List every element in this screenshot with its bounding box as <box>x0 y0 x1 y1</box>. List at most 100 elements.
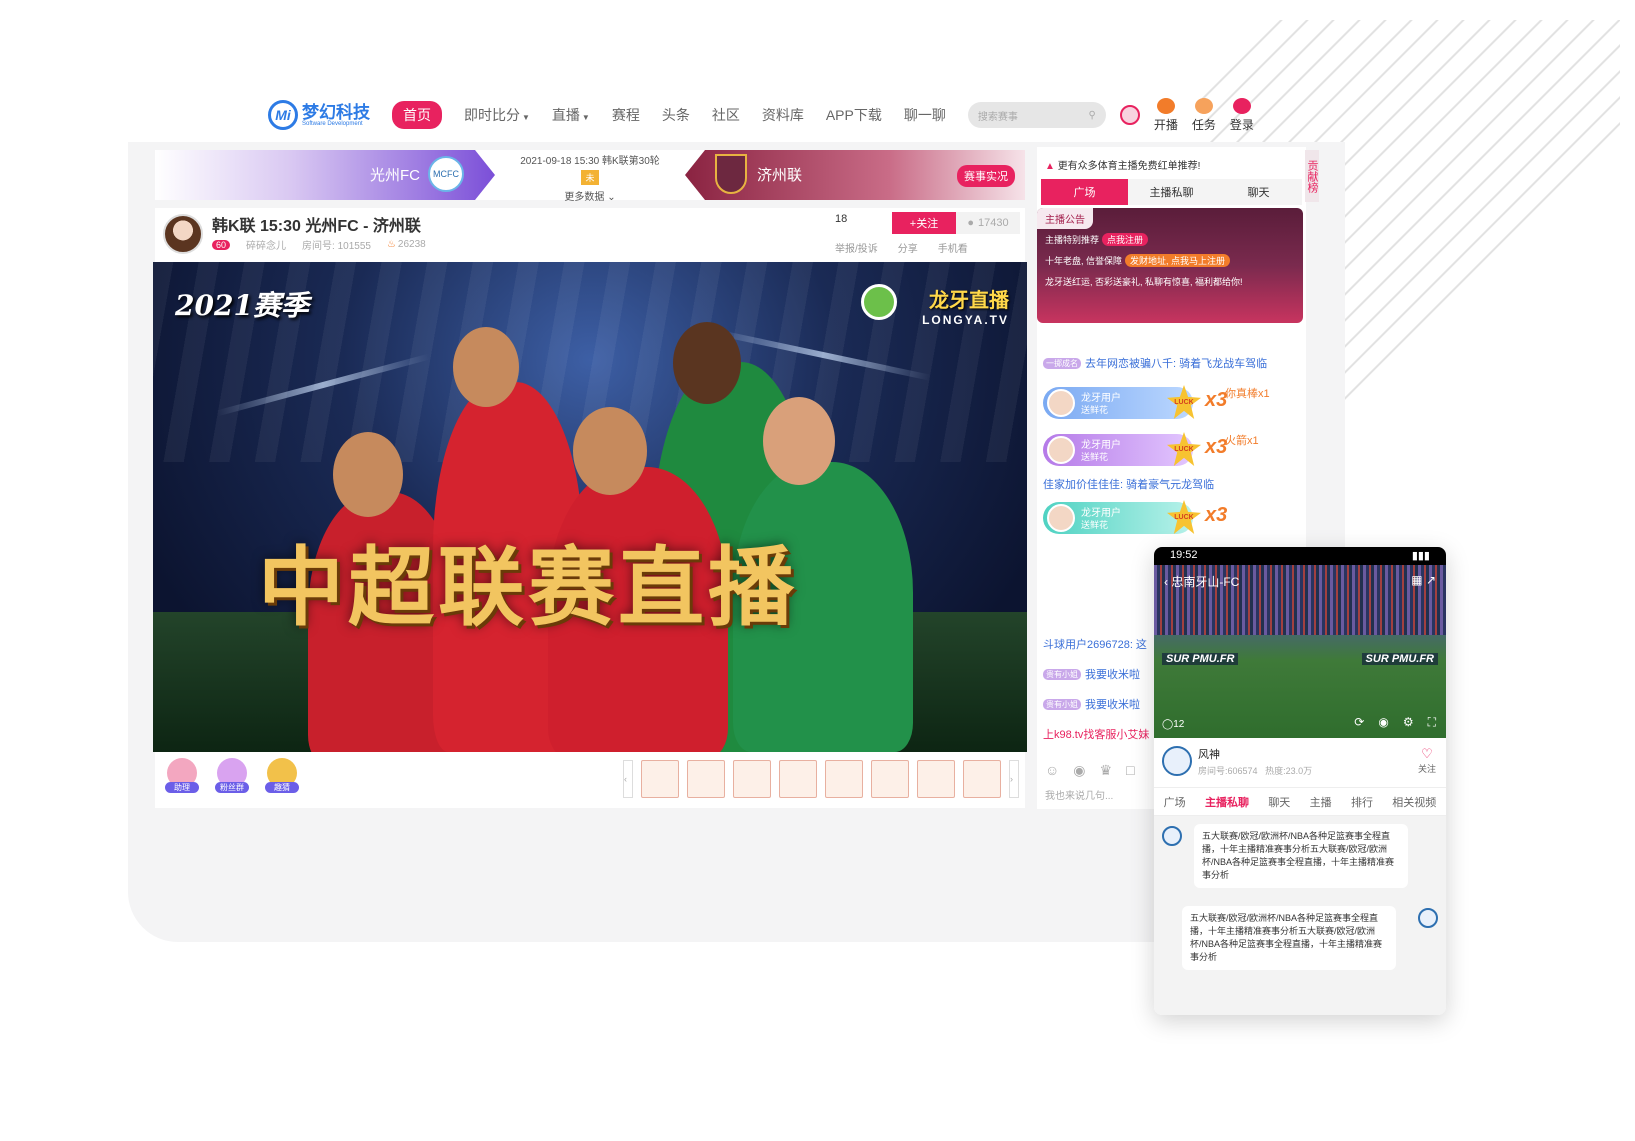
crown-icon[interactable]: ♛ <box>1100 762 1113 779</box>
phone-video-title: ‹ 忠南牙山-FC <box>1164 575 1240 589</box>
match-bar: 光州FC MCFC 2021-09-18 15:30 韩K联第30轮 未 更多数… <box>155 150 1025 203</box>
heart-icon: ♡ <box>1421 746 1433 761</box>
caret-down-icon: ▼ <box>522 113 530 122</box>
nav-item[interactable]: 头条 <box>662 105 690 125</box>
mobile-watch-link[interactable]: 手机看 <box>938 240 968 255</box>
settings-icon[interactable]: ⚙ <box>1403 715 1414 730</box>
logo-mark: Mi <box>268 100 298 130</box>
sidebar-tab[interactable]: 聊天 <box>1215 179 1302 205</box>
gift-multiplier: x3 <box>1205 389 1228 411</box>
nav-item[interactable]: 社区 <box>712 105 740 125</box>
nav-item[interactable]: 聊一聊 <box>904 105 946 125</box>
nav-item[interactable]: APP下载 <box>826 105 882 125</box>
phone-tab[interactable]: 相关视频 <box>1392 794 1436 810</box>
chevron-left-icon[interactable]: ‹ <box>623 760 633 798</box>
phone-tab[interactable]: 主播 <box>1310 794 1332 810</box>
match-report-button[interactable]: 赛事实况 <box>957 165 1015 187</box>
player-head <box>333 432 403 517</box>
phone-tab[interactable]: 排行 <box>1351 794 1373 810</box>
logo-tagline: Software Development <box>302 120 363 127</box>
fullscreen-icon[interactable]: ⛶ <box>1428 715 1436 730</box>
gift-item[interactable] <box>733 760 771 798</box>
caret-down-icon: ▼ <box>581 113 590 122</box>
away-team-crest-icon <box>715 154 747 194</box>
signal-icon: ▮▮▮ <box>1411 550 1430 562</box>
search-input[interactable]: 搜索赛事 ⚲ <box>967 102 1106 128</box>
home-team-panel[interactable]: 光州FC MCFC <box>155 150 495 200</box>
tool-button[interactable]: 粉丝群 <box>215 758 249 798</box>
pitch-ad: SUR PMU.FR <box>1361 653 1438 665</box>
tool-button[interactable]: 助理 <box>165 758 199 798</box>
gift-message: 龙牙用户 送鲜花 LUCK x3 你真棒x1 <box>1037 381 1303 425</box>
dragon-logo-icon <box>861 284 897 320</box>
anchor-avatar[interactable] <box>163 214 203 254</box>
avatar <box>1047 504 1075 532</box>
gift-item[interactable] <box>641 760 679 798</box>
follow-button[interactable]: +关注 <box>892 212 956 234</box>
phone-video[interactable]: ‹ 忠南牙山-FC ▦ ↗ SUR PMU.FR SUR PMU.FR ◯12 … <box>1154 565 1446 738</box>
viewer-count: 18 <box>835 213 848 225</box>
gift-item[interactable] <box>825 760 863 798</box>
search-icon[interactable]: ⚲ <box>1089 110 1096 121</box>
game-icon[interactable] <box>1119 105 1140 125</box>
nav-item[interactable]: 资料库 <box>762 105 804 125</box>
contribution-rank-tab[interactable]: 贡献榜 <box>1305 150 1319 202</box>
pitch-ad: SUR PMU.FR <box>1162 653 1239 665</box>
chat-message: 一掷成名 去年网恋被骗八千: 骑着飞龙战车驾临 <box>1037 348 1303 378</box>
nav-item[interactable]: 直播 ▼ <box>552 105 590 125</box>
gift-item[interactable] <box>779 760 817 798</box>
emoji-icon[interactable]: ☺ <box>1045 762 1059 779</box>
sidebar-tab[interactable]: 主播私聊 <box>1128 179 1215 205</box>
more-data-link[interactable]: 更多数据 ⌄ <box>505 188 675 203</box>
video-player[interactable]: 2021赛季 龙牙直播 LONGYA.TV 中超联赛直播 <box>153 262 1027 752</box>
anchor-name: 风神 <box>1198 749 1220 761</box>
nav-item[interactable]: 赛程 <box>612 105 640 125</box>
cast-icon[interactable]: ▦ ↗ <box>1411 573 1436 587</box>
home-team-badge-icon: MCFC <box>428 156 464 192</box>
nav-item[interactable]: 首页 <box>392 101 442 129</box>
match-status: 未 <box>581 170 599 185</box>
nav-task-button[interactable]: 任务 <box>1192 97 1216 133</box>
gift-item[interactable] <box>917 760 955 798</box>
nav-user-button[interactable]: 登录 <box>1230 97 1254 133</box>
away-team-panel[interactable]: 济州联 赛事实况 <box>685 150 1025 200</box>
announcement-line: 龙牙送红运, 否彩送豪礼, 私聊有惊喜, 福利都给你! <box>1045 277 1243 287</box>
report-link[interactable]: 举报/投诉 <box>835 240 878 255</box>
anchor-announcement: 主播公告 主播特别推荐 点我注册 十年老盘, 信誉保障 发财地址, 点我马上注册 龙… <box>1037 208 1303 323</box>
heat-icon: ♨ <box>386 239 396 250</box>
chevron-right-icon[interactable]: › <box>1009 760 1019 798</box>
anchor-avatar[interactable] <box>1162 746 1192 776</box>
gift-item[interactable] <box>687 760 725 798</box>
follow-button[interactable]: ♡ 关注 <box>1418 746 1436 775</box>
phone-tab[interactable]: 聊天 <box>1268 794 1290 810</box>
share-link[interactable]: 分享 <box>898 240 918 255</box>
register-link[interactable]: 点我注册 <box>1102 233 1149 246</box>
gift-extra: 你真棒x1 <box>1225 388 1270 400</box>
gift-item[interactable] <box>963 760 1001 798</box>
gift-action: 送鲜花 <box>1081 452 1109 462</box>
nav-item[interactable]: 即时比分 ▼ <box>464 105 530 125</box>
user-icon: ◯ <box>1162 719 1174 730</box>
nav-broadcast-button[interactable]: 开播 <box>1154 97 1178 133</box>
refresh-icon[interactable]: ⟳ <box>1354 715 1364 730</box>
logo-name: 梦幻科技 <box>302 102 370 122</box>
player-head <box>573 407 647 495</box>
logo[interactable]: Mi 梦幻科技 Software Development <box>268 100 370 130</box>
player-head <box>673 322 741 404</box>
register-link[interactable]: 发财地址, 点我马上注册 <box>1125 254 1231 267</box>
anchor-name[interactable]: 碎碎念儿 <box>246 237 286 252</box>
gift-icon[interactable]: ◉ <box>1378 715 1388 730</box>
back-icon[interactable]: ‹ <box>1164 575 1168 589</box>
gift-item[interactable] <box>871 760 909 798</box>
tool-button[interactable]: 趣猜 <box>265 758 299 798</box>
sidebar-tab[interactable]: 广场 <box>1041 179 1128 205</box>
palette-icon[interactable]: ◉ <box>1073 762 1085 779</box>
announcement-line: 十年老盘, 信誉保障 发财地址, 点我马上注册 <box>1037 250 1303 271</box>
season-label: 2021赛季 <box>175 289 309 322</box>
phone-tab[interactable]: 广场 <box>1164 794 1186 810</box>
phone-tab[interactable]: 主播私聊 <box>1205 794 1249 810</box>
gift-message: 龙牙用户 送鲜花 LUCK x3 火箭x1 <box>1037 428 1303 472</box>
gift-bar: ‹ › <box>623 760 1019 798</box>
gift-action: 送鲜花 <box>1081 405 1109 415</box>
box-icon[interactable]: □ <box>1126 762 1134 779</box>
